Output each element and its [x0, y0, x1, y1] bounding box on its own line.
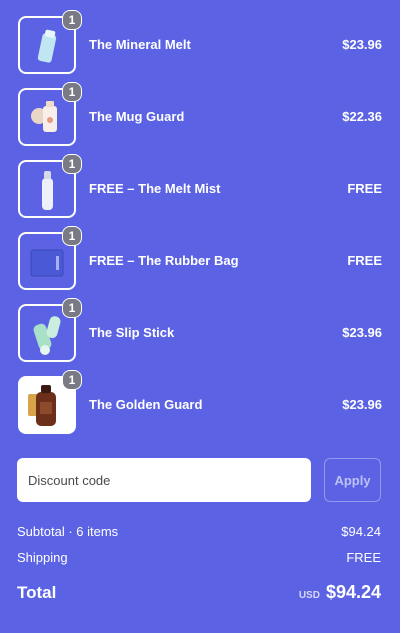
- product-price: FREE: [347, 253, 382, 268]
- quantity-badge: 1: [62, 370, 82, 390]
- product-price: $23.96: [342, 37, 382, 52]
- product-price: FREE: [347, 181, 382, 196]
- total-label: Total: [17, 583, 57, 602]
- quantity-badge: 1: [62, 154, 82, 174]
- shipping-label: Shipping: [17, 550, 68, 565]
- apply-discount-button[interactable]: Apply: [324, 458, 381, 502]
- discount-code-input[interactable]: [17, 458, 311, 502]
- product-price: $23.96: [342, 397, 382, 412]
- subtotal-value: $94.24: [341, 524, 381, 539]
- cart-item: 1 The Mineral Melt $23.96: [18, 10, 382, 74]
- product-thumbnail: 1: [18, 298, 82, 362]
- quantity-badge: 1: [62, 82, 82, 102]
- product-thumbnail: 1: [18, 370, 82, 434]
- product-name: The Mug Guard: [89, 109, 185, 124]
- product-name: The Mineral Melt: [89, 37, 191, 52]
- product-thumbnail: 1: [18, 82, 82, 146]
- product-name: FREE – The Rubber Bag: [89, 253, 239, 268]
- total-value-group: USD $94.24: [299, 582, 381, 603]
- product-name: The Golden Guard: [89, 397, 203, 412]
- cart-item: 1 FREE – The Melt Mist FREE: [18, 154, 382, 218]
- cart-item: 1 The Mug Guard $22.36: [18, 82, 382, 146]
- quantity-badge: 1: [62, 10, 82, 30]
- cart-item: 1 The Golden Guard $23.96: [18, 370, 382, 434]
- product-thumbnail: 1: [18, 226, 82, 290]
- total-amount: $94.24: [325, 582, 381, 602]
- shipping-value: FREE: [346, 550, 381, 565]
- currency-code: USD: [298, 590, 320, 601]
- product-price: $23.96: [342, 325, 382, 340]
- product-name: FREE – The Melt Mist: [89, 181, 221, 196]
- product-thumbnail: 1: [18, 154, 82, 218]
- product-price: $22.36: [342, 109, 382, 124]
- product-thumbnail: 1: [18, 10, 82, 74]
- product-name: The Slip Stick: [89, 325, 175, 340]
- subtotal-label: Subtotal · 6 items: [17, 524, 119, 539]
- quantity-badge: 1: [62, 226, 82, 246]
- quantity-badge: 1: [62, 298, 82, 318]
- cart-item: 1 FREE – The Rubber Bag FREE: [18, 226, 382, 290]
- cart-item: 1 The Slip Stick $23.96: [18, 298, 382, 362]
